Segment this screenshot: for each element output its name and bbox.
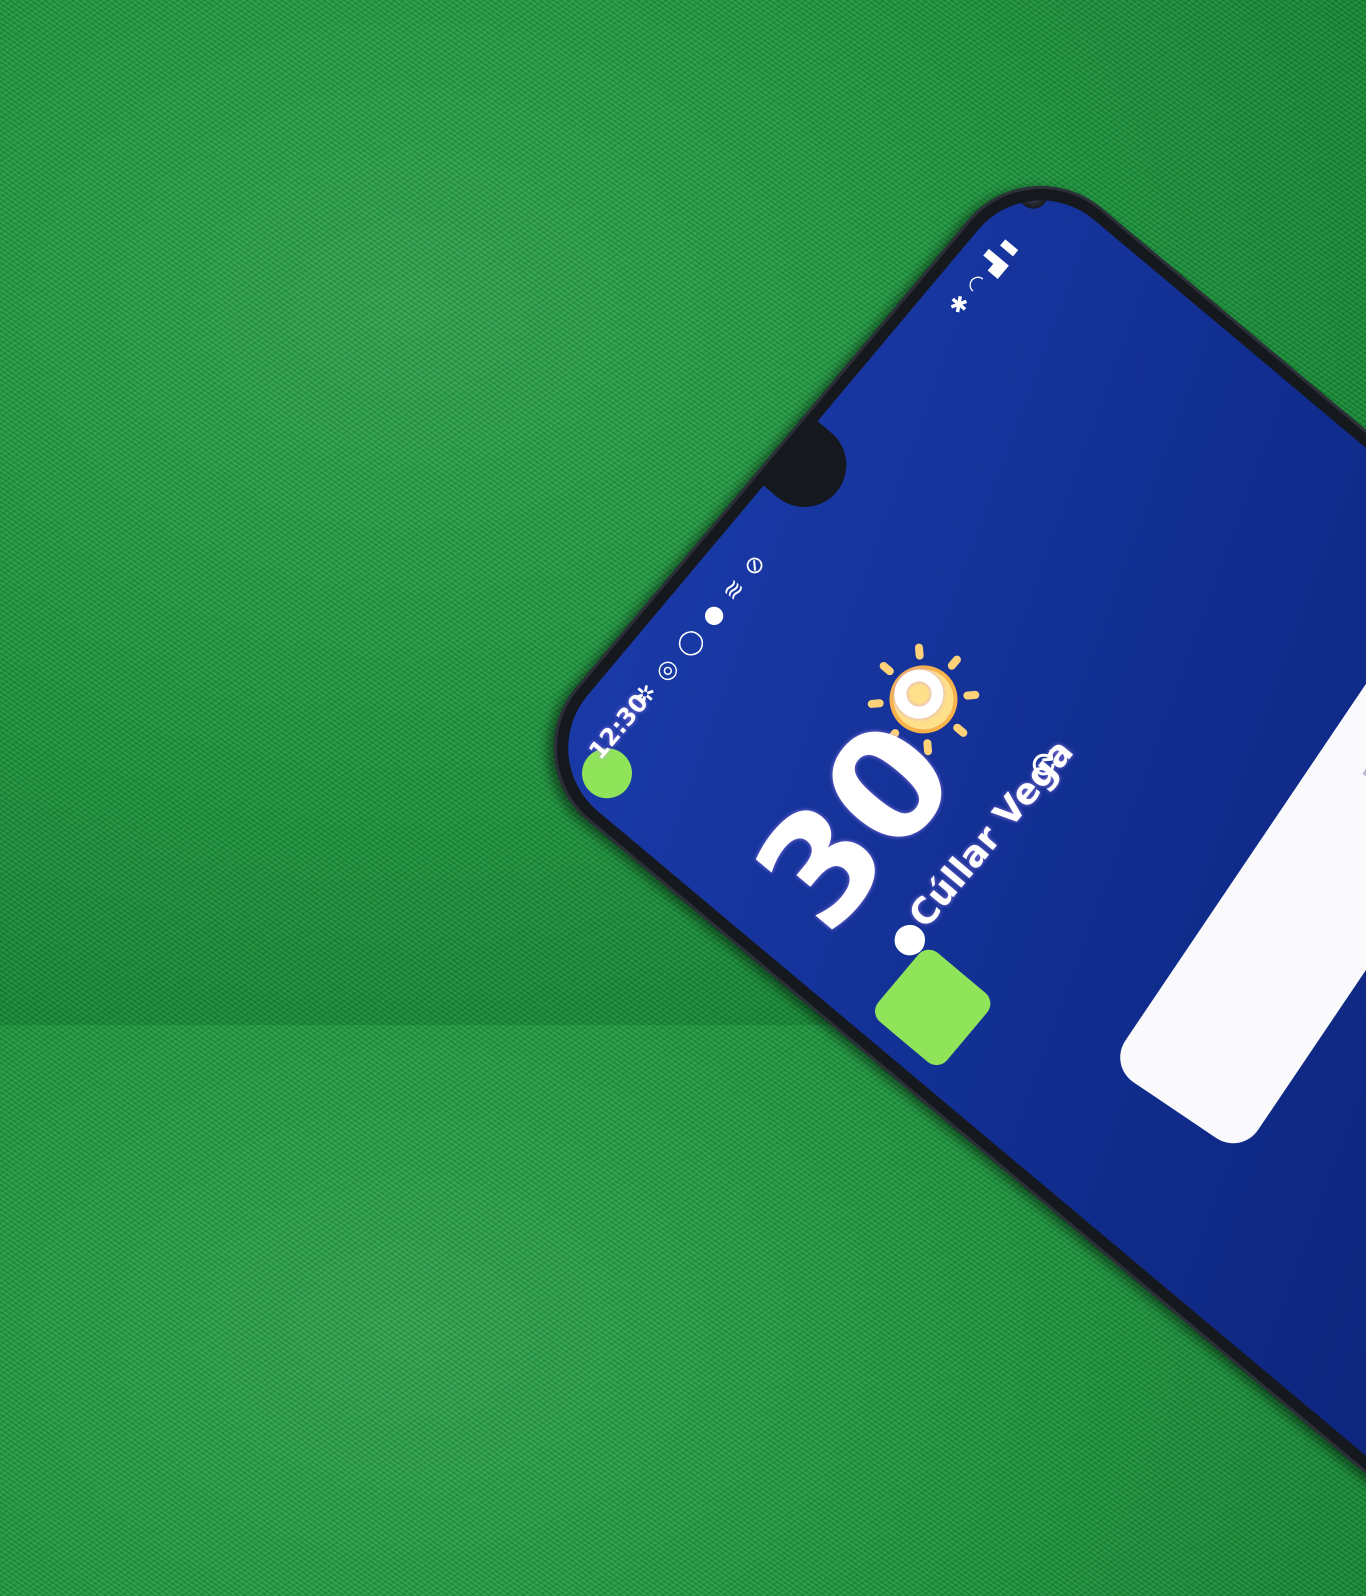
phone: 12:30 ✲ ◎ ◯ ● ≋ ⊘ ✱ ◠ ▟ ▮ 30° ⬤ Cúllar V…: [515, 147, 1366, 1596]
front-camera: [1012, 172, 1055, 215]
no-sim-icon: ⊘: [737, 548, 772, 582]
phone-screen: 12:30 ✲ ◎ ◯ ● ≋ ⊘ ✱ ◠ ▟ ▮ 30° ⬤ Cúllar V…: [534, 166, 1366, 1576]
bluetooth-icon: ✱: [944, 289, 976, 321]
nfc-icon: ≋: [716, 573, 751, 607]
battery-icon: ▮: [995, 234, 1022, 260]
temperature[interactable]: 30°: [722, 633, 1038, 962]
signal-icon: ▟: [979, 250, 1010, 280]
search-hint: Di "O: [1354, 690, 1366, 798]
search-bar[interactable]: Di "O: [1108, 485, 1366, 1155]
instagram-icon: ◎: [649, 652, 684, 687]
notch: [755, 172, 1055, 525]
system-icons: ✱ ◠ ▟ ▮: [945, 235, 1022, 321]
notification-icons: ✲ ◎ ◯ ● ≋ ⊘: [628, 548, 771, 711]
whatsapp-icon: ◯: [670, 622, 709, 662]
app-icon[interactable]: [869, 943, 997, 1071]
wifi-icon: ◠: [961, 269, 994, 300]
location-icon: ●: [695, 597, 731, 632]
